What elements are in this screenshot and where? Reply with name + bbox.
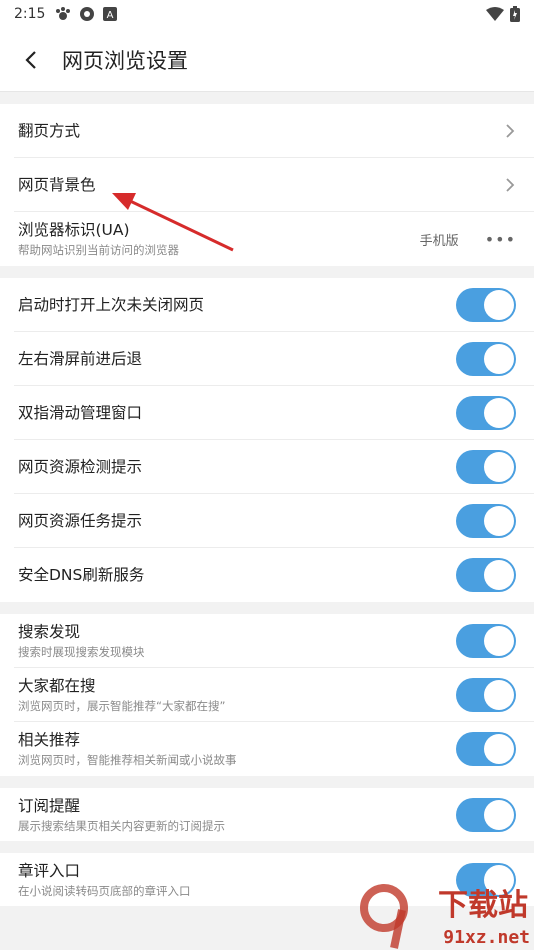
row-swipe-nav[interactable]: 左右滑屏前进后退: [14, 332, 534, 386]
row-related[interactable]: 相关推荐 浏览网页时，智能推荐相关新闻或小说故事: [14, 722, 534, 776]
aperture-icon: [80, 7, 95, 21]
toggle-knob: [484, 679, 514, 710]
row-title: 翻页方式: [18, 121, 81, 140]
back-button[interactable]: [14, 43, 48, 77]
toggle-switch[interactable]: [456, 503, 516, 538]
toggle-knob: [484, 397, 514, 428]
toggle-knob: [484, 560, 514, 590]
toggle-knob: [484, 289, 514, 320]
toggle-switch[interactable]: [456, 677, 516, 712]
row-resource-task[interactable]: 网页资源任务提示: [14, 494, 534, 548]
row-subtitle: 浏览网页时，智能推荐相关新闻或小说故事: [18, 753, 237, 767]
toggle-switch[interactable]: [456, 732, 516, 766]
toggle-knob: [484, 799, 514, 830]
row-trending[interactable]: 大家都在搜 浏览网页时，展示智能推荐“大家都在搜”: [14, 668, 534, 722]
toggle-knob: [484, 505, 514, 536]
row-subtitle: 浏览网页时，展示智能推荐“大家都在搜”: [18, 698, 226, 713]
chevron-left-icon: [25, 50, 36, 69]
wifi-icon: [486, 7, 504, 21]
paw-icon: [56, 7, 71, 20]
watermark-url: 91xz.net: [443, 927, 530, 948]
toggle-switch[interactable]: [456, 558, 516, 592]
app-a-icon: A: [103, 7, 118, 21]
row-two-finger[interactable]: 双指滑动管理窗口: [14, 386, 534, 440]
more-icon[interactable]: •••: [485, 230, 516, 249]
row-resource-detect[interactable]: 网页资源检测提示: [14, 440, 534, 494]
row-subtitle: 展示搜索结果页相关内容更新的订阅提示: [18, 818, 225, 833]
row-title: 章评入口: [18, 861, 81, 880]
group-recommend: 搜索发现 搜索时展现搜索发现模块 大家都在搜 浏览网页时，展示智能推荐“大家都在…: [0, 614, 534, 776]
toggle-switch[interactable]: [456, 623, 516, 658]
row-title: 网页背景色: [18, 175, 96, 194]
row-secure-dns[interactable]: 安全DNS刷新服务: [14, 548, 534, 602]
row-subtitle: 搜索时展现搜索发现模块: [18, 644, 145, 659]
status-time: 2:15: [14, 6, 46, 22]
toggle-switch[interactable]: [456, 287, 516, 322]
row-ua[interactable]: 浏览器标识(UA) 帮助网站识别当前访问的浏览器 手机版 •••: [14, 212, 534, 266]
row-restore-tabs[interactable]: 启动时打开上次未关闭网页: [14, 278, 534, 332]
watermark-logo: 下载站 91xz.net: [354, 880, 534, 950]
page-title: 网页浏览设置: [62, 48, 188, 73]
toggle-knob: [484, 343, 514, 374]
toggle-knob: [484, 734, 514, 764]
chevron-right-icon: [506, 123, 515, 138]
toggle-switch[interactable]: [456, 341, 516, 376]
row-title: 大家都在搜: [18, 676, 96, 695]
toggle-knob: [484, 451, 514, 482]
toggle-switch[interactable]: [456, 449, 516, 484]
svg-text:A: A: [107, 10, 114, 21]
row-page-turn[interactable]: 翻页方式: [14, 104, 534, 158]
row-title: 网页资源任务提示: [18, 511, 143, 530]
status-bar: 2:15 A: [0, 0, 534, 28]
group-page-settings: 翻页方式 网页背景色 浏览器标识(UA) 帮助网站识别当前访问的浏览器 手机版 …: [0, 104, 534, 266]
toggle-switch[interactable]: [456, 395, 516, 430]
row-title: 相关推荐: [18, 731, 81, 749]
row-title: 浏览器标识(UA): [18, 221, 130, 239]
row-subscribe[interactable]: 订阅提醒 展示搜索结果页相关内容更新的订阅提示: [14, 788, 534, 841]
watermark-text: 下载站: [438, 888, 528, 923]
row-title: 左右滑屏前进后退: [18, 349, 143, 368]
ua-value: 手机版: [419, 233, 459, 249]
row-title: 启动时打开上次未关闭网页: [18, 295, 205, 314]
toggle-knob: [484, 625, 514, 656]
row-subtitle: 帮助网站识别当前访问的浏览器: [18, 243, 179, 257]
watermark-9-icon: [360, 884, 408, 949]
row-title: 安全DNS刷新服务: [18, 566, 145, 584]
battery-icon: [510, 6, 520, 22]
notification-icons: A: [55, 6, 118, 22]
system-icons: [486, 6, 520, 22]
app-bar: 网页浏览设置: [0, 28, 534, 92]
row-search-discover[interactable]: 搜索发现 搜索时展现搜索发现模块: [14, 614, 534, 668]
group-subscribe: 订阅提醒 展示搜索结果页相关内容更新的订阅提示: [0, 788, 534, 841]
row-title: 订阅提醒: [18, 796, 81, 815]
row-title: 网页资源检测提示: [18, 457, 143, 476]
toggle-switch[interactable]: [456, 797, 516, 832]
row-title: 双指滑动管理窗口: [18, 403, 143, 422]
group-gestures: 启动时打开上次未关闭网页 左右滑屏前进后退 双指滑动管理窗口 网页资源检测提示 …: [0, 278, 534, 602]
row-title: 搜索发现: [18, 622, 81, 641]
chevron-right-icon: [506, 177, 515, 192]
row-bg-color[interactable]: 网页背景色: [14, 158, 534, 212]
